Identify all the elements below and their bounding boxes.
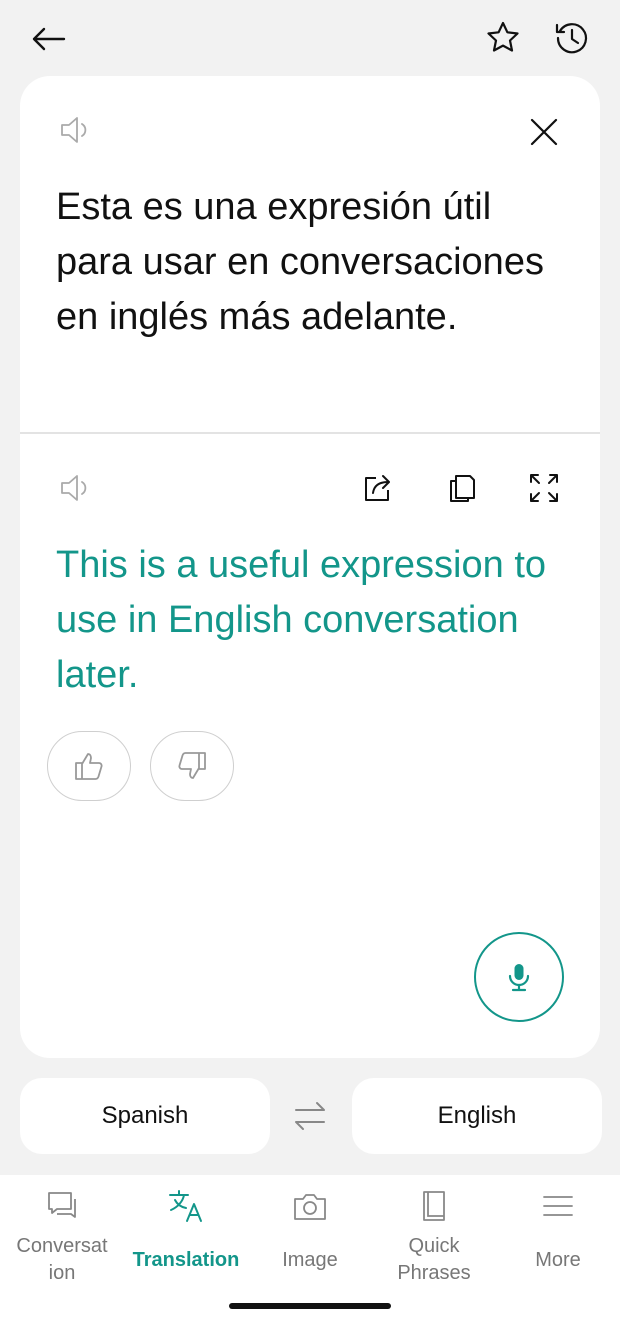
thumbs-up-button[interactable] (47, 731, 131, 801)
divider (20, 432, 600, 434)
source-language-button[interactable]: Spanish (20, 1078, 270, 1154)
swap-arrows-icon[interactable] (290, 1098, 330, 1134)
book-icon (417, 1189, 451, 1223)
expand-icon[interactable] (526, 470, 562, 506)
close-icon[interactable] (526, 114, 562, 150)
thumbs-up-icon (72, 749, 106, 783)
microphone-button[interactable] (474, 932, 564, 1022)
nav-label: Image (282, 1249, 338, 1271)
translation-card: Esta es una expresión útil para usar en … (20, 76, 600, 1058)
translate-icon (167, 1189, 205, 1223)
conversation-icon (45, 1189, 79, 1223)
copy-icon[interactable] (444, 470, 480, 506)
share-icon[interactable] (360, 470, 396, 506)
target-speaker-icon[interactable] (58, 470, 94, 506)
nav-item-more[interactable]: More (496, 1175, 620, 1295)
thumbs-down-button[interactable] (150, 731, 234, 801)
nav-label: More (535, 1249, 581, 1271)
nav-item-conversation[interactable]: Conversat ion (0, 1175, 124, 1295)
nav-item-image[interactable]: Image (248, 1175, 372, 1295)
nav-item-quick-phrases[interactable]: Quick Phrases (372, 1175, 496, 1295)
menu-icon (541, 1189, 575, 1223)
history-clock-icon[interactable] (553, 19, 591, 57)
star-outline-icon[interactable] (484, 19, 522, 57)
translated-text: This is a useful expression to use in En… (56, 544, 547, 696)
source-speaker-icon[interactable] (58, 112, 94, 148)
nav-label: Conversat ion (16, 1235, 108, 1284)
nav-label: Quick Phrases (397, 1235, 471, 1284)
target-language-button[interactable]: English (352, 1078, 602, 1154)
arrow-left-icon[interactable] (28, 20, 68, 60)
microphone-icon (504, 961, 534, 993)
top-bar (0, 0, 620, 76)
thumbs-down-icon (175, 749, 209, 783)
source-text[interactable]: Esta es una expresión útil para usar en … (56, 180, 556, 345)
camera-icon (292, 1189, 328, 1223)
home-indicator (229, 1303, 391, 1309)
nav-item-translation[interactable]: Translation (124, 1175, 248, 1295)
nav-label: Translation (132, 1249, 240, 1271)
